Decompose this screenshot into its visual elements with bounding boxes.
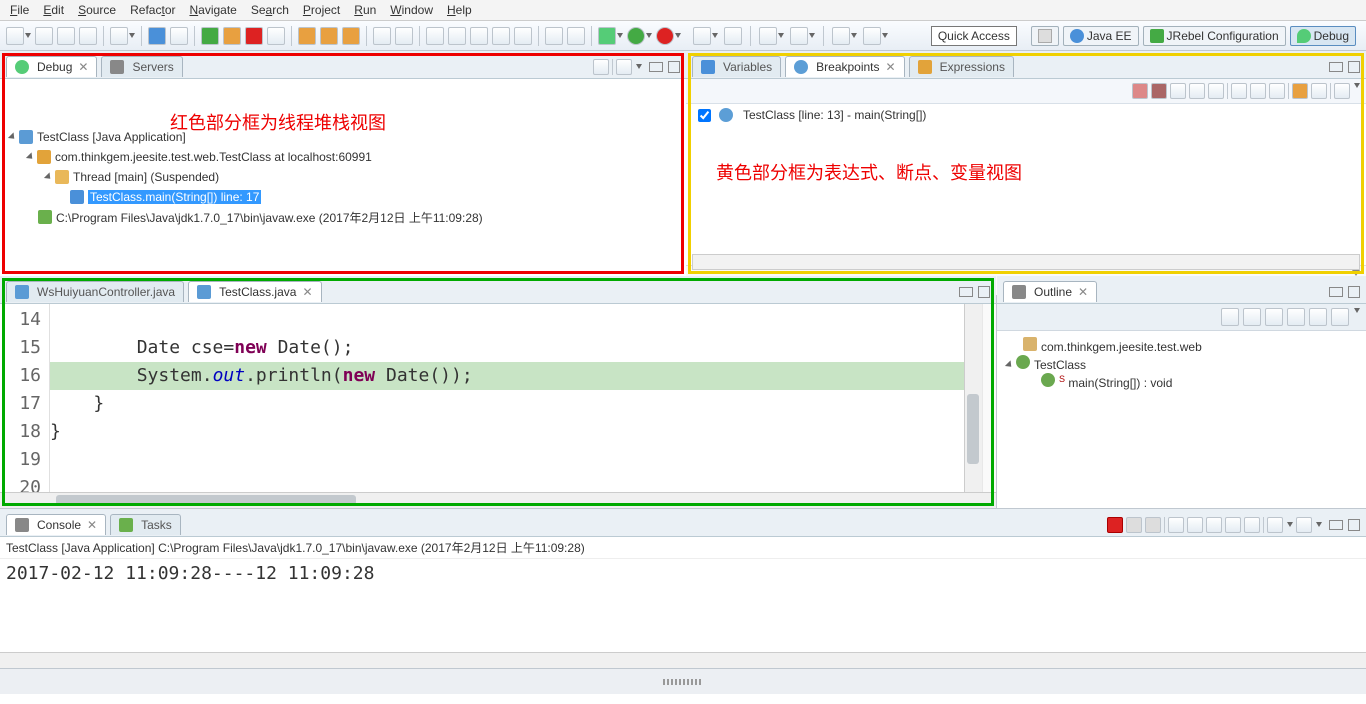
open-console-button[interactable] xyxy=(1267,517,1283,533)
perspective-jrebel[interactable]: JRebel Configuration xyxy=(1143,26,1286,46)
display-selected-button[interactable] xyxy=(1244,517,1260,533)
minimize-button[interactable] xyxy=(1329,287,1343,297)
nav-next-button[interactable] xyxy=(790,27,815,45)
pin-console-button[interactable] xyxy=(1225,517,1241,533)
menu-search[interactable]: Search xyxy=(251,3,289,17)
tb-btn-f[interactable] xyxy=(545,27,563,45)
console-process-label: TestClass [Java Application] C:\Program … xyxy=(0,537,1366,559)
perspective-debug[interactable]: Debug xyxy=(1290,26,1356,46)
method-icon xyxy=(1041,373,1055,387)
menu-source[interactable]: Source xyxy=(78,3,116,17)
skip-breakpoints-button[interactable] xyxy=(148,27,166,45)
horizontal-scrollbar[interactable] xyxy=(0,652,1366,668)
menu-project[interactable]: Project xyxy=(303,3,340,17)
class-icon xyxy=(1016,355,1030,369)
maximize-button[interactable] xyxy=(1348,519,1360,531)
outline-view: Outline✕ com.thinkgem.jeesite.test.web T… xyxy=(996,276,1366,508)
open-type-button[interactable] xyxy=(724,27,742,45)
open-perspective-button[interactable] xyxy=(1031,26,1059,46)
new-button[interactable] xyxy=(6,27,31,45)
step-return-button[interactable] xyxy=(342,27,360,45)
save-all-button[interactable] xyxy=(57,27,75,45)
outline-icon xyxy=(1012,285,1026,299)
hide-static-button[interactable] xyxy=(1287,308,1305,326)
terminate-button[interactable] xyxy=(245,27,263,45)
menu-edit[interactable]: Edit xyxy=(43,3,64,17)
quick-access[interactable]: Quick Access xyxy=(931,26,1017,46)
sort-button[interactable] xyxy=(1243,308,1261,326)
search-button[interactable] xyxy=(170,27,188,45)
clear-console-button[interactable] xyxy=(1168,517,1184,533)
perspective-java-ee[interactable]: Java EE xyxy=(1063,26,1139,46)
focus-button[interactable] xyxy=(1221,308,1239,326)
terminate-console-button[interactable] xyxy=(1107,517,1123,533)
save-button[interactable] xyxy=(35,27,53,45)
console-icon xyxy=(15,518,29,532)
ext-tools-button[interactable] xyxy=(656,27,681,45)
tb-btn-b[interactable] xyxy=(448,27,466,45)
minimize-button[interactable] xyxy=(1329,520,1343,530)
nav-back-button[interactable] xyxy=(759,27,784,45)
red-highlight-box xyxy=(2,53,684,274)
scroll-lock-button[interactable] xyxy=(1187,517,1203,533)
tab-outline[interactable]: Outline✕ xyxy=(1003,281,1097,302)
sash-grip[interactable] xyxy=(663,679,703,685)
tb-btn-c[interactable] xyxy=(470,27,488,45)
tb-btn-g[interactable] xyxy=(567,27,585,45)
drop-frame-button[interactable] xyxy=(373,27,391,45)
tab-console[interactable]: Console✕ xyxy=(6,514,106,535)
tb-btn-a[interactable] xyxy=(426,27,444,45)
package-icon xyxy=(1023,337,1037,351)
yellow-highlight-box xyxy=(688,53,1364,274)
menubar: FFileile Edit Source Refactor Navigate S… xyxy=(0,0,1366,21)
green-highlight-box xyxy=(2,278,994,506)
menu-run[interactable]: Run xyxy=(354,3,376,17)
menu-window[interactable]: Window xyxy=(390,3,433,17)
menu-navigate[interactable]: Navigate xyxy=(189,3,236,17)
menu-help[interactable]: Help xyxy=(447,3,472,17)
step-over-button[interactable] xyxy=(320,27,338,45)
new-console-button[interactable] xyxy=(1296,517,1312,533)
step-into-button[interactable] xyxy=(298,27,316,45)
close-icon[interactable]: ✕ xyxy=(1078,285,1088,299)
outline-tree[interactable]: com.thinkgem.jeesite.test.web TestClass … xyxy=(997,331,1366,397)
remove-launch-button[interactable] xyxy=(1126,517,1142,533)
debug-view: Debug✕ Servers 红色部分框为线程堆栈视图 TestClass [J… xyxy=(0,51,686,276)
close-icon[interactable]: ✕ xyxy=(87,518,97,532)
main-toolbar: Quick Access Java EE JRebel Configuratio… xyxy=(0,21,1366,51)
variables-breakpoints-view: Variables Breakpoints✕ Expressions xyxy=(686,51,1366,276)
hide-nonpublic-button[interactable] xyxy=(1309,308,1327,326)
remove-all-launches-button[interactable] xyxy=(1145,517,1161,533)
menu-refactor[interactable]: Refactor xyxy=(130,3,175,17)
next-annot-button[interactable] xyxy=(863,27,888,45)
maximize-button[interactable] xyxy=(1348,286,1360,298)
build-button[interactable] xyxy=(110,27,135,45)
tb-btn-e[interactable] xyxy=(514,27,532,45)
tb-btn-d[interactable] xyxy=(492,27,510,45)
prev-annot-button[interactable] xyxy=(832,27,857,45)
wrap-button[interactable] xyxy=(1206,517,1222,533)
menu-file[interactable]: FFileile xyxy=(10,3,29,17)
print-button[interactable] xyxy=(79,27,97,45)
new-server-button[interactable] xyxy=(693,27,718,45)
chevron-down-icon[interactable] xyxy=(1354,308,1360,313)
status-bar xyxy=(0,668,1366,694)
resume-button[interactable] xyxy=(201,27,219,45)
suspend-button[interactable] xyxy=(223,27,241,45)
hide-local-button[interactable] xyxy=(1331,308,1349,326)
tab-tasks[interactable]: Tasks xyxy=(110,514,181,535)
run-launch-button[interactable] xyxy=(627,27,652,45)
disconnect-button[interactable] xyxy=(267,27,285,45)
debug-launch-button[interactable] xyxy=(598,27,623,45)
hide-fields-button[interactable] xyxy=(1265,308,1283,326)
console-output[interactable]: 2017-02-12 11:09:28----12 11:09:28 xyxy=(0,559,1366,652)
tasks-icon xyxy=(119,518,133,532)
use-step-filters-button[interactable] xyxy=(395,27,413,45)
console-view: Console✕ Tasks TestClass [Java Applicati… xyxy=(0,508,1366,668)
